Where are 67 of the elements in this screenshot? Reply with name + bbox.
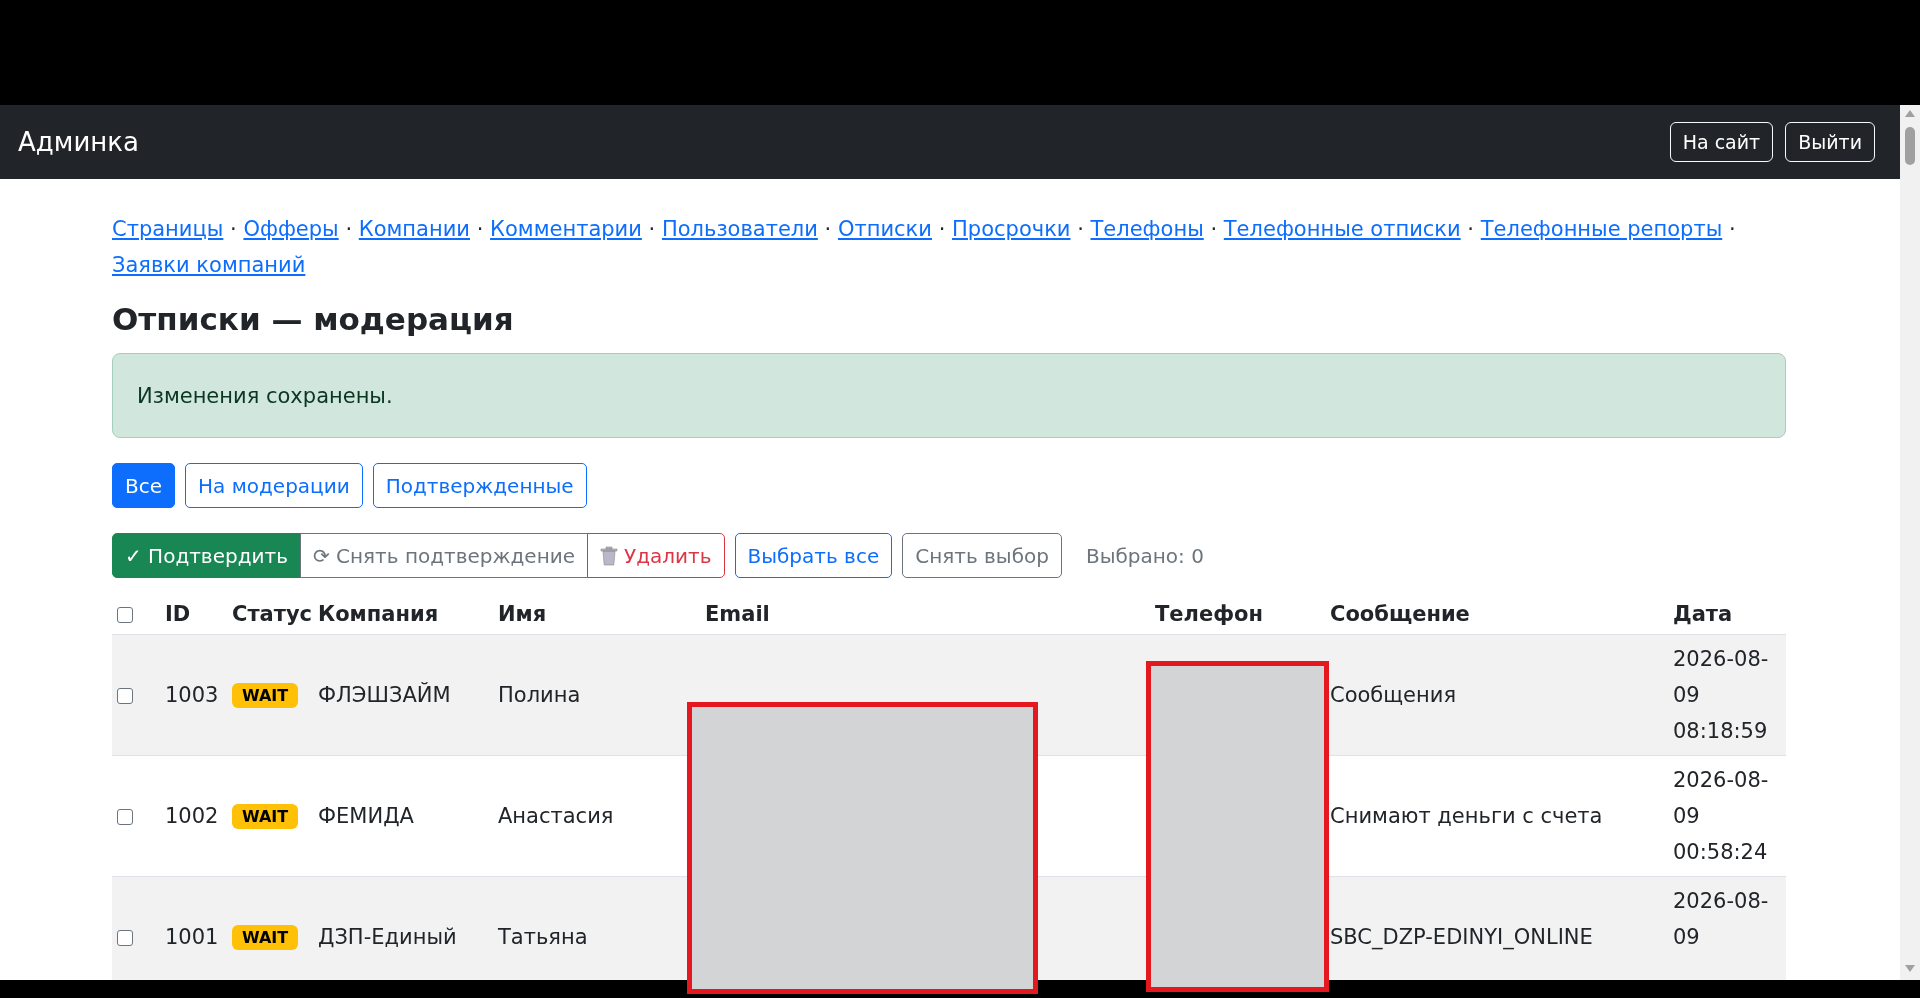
separator: · [1210,217,1218,241]
table-cell: Анастасия [498,804,614,828]
table-cell: Татьяна [498,925,588,949]
table-cell: 1001 [165,925,219,949]
nav-link[interactable]: Заявки компаний [112,253,306,277]
selected-count: Выбрано: 0 [1085,543,1204,568]
column-header: Email [700,594,1150,635]
select-button[interactable]: Снять выбор [902,533,1062,578]
status-badge: WAIT [232,925,299,950]
column-header: Компания [313,594,493,635]
table-cell: SBC_DZP-EDINYI_ONLINE [1330,925,1593,949]
success-alert: Изменения сохранены. [112,353,1786,438]
column-header: Телефон [1150,594,1325,635]
status-badge: WAIT [232,804,299,829]
table-cell: ДЗП-Единый [318,925,457,949]
table-cell: 1002 [165,804,219,828]
table-cell: ФЕМИДА [318,804,414,828]
separator: · [648,217,656,241]
checkbox[interactable] [117,607,133,623]
navbar-button[interactable]: Выйти [1785,122,1875,162]
separator: · [230,217,237,241]
nav-link[interactable]: Офферы [243,217,339,241]
nav-link[interactable]: Отписки [837,217,932,241]
filter-button[interactable]: На модерации [185,463,363,508]
table-cell: 1003 [165,683,219,707]
separator: · [938,217,946,241]
nav-link[interactable]: Страницы [112,217,224,241]
table-cell: Снимают деньги с счета [1330,804,1603,828]
action-button[interactable]: ✓ Подтвердить [112,533,301,578]
nav-link[interactable]: Просрочки [952,217,1071,241]
separator: · [824,217,832,241]
column-header: Имя [493,594,700,635]
table-cell: ФЛЭШЗАЙМ [318,683,451,707]
navbar-button[interactable]: На сайт [1669,122,1774,162]
table-cell: 2026-08-09 08:18:59 [1673,647,1769,743]
separator: · [1467,217,1475,241]
filter-button[interactable]: Подтвержденные [372,463,587,508]
checkbox[interactable] [117,688,133,704]
delete-button[interactable]: Удалить [587,533,725,578]
nav-link[interactable]: Комментарии [490,217,642,241]
separator: · [1077,217,1084,241]
nav-link[interactable]: Телефонные отписки [1223,217,1461,241]
scrollbar[interactable] [1900,105,1920,980]
column-header: Сообщение [1325,594,1668,635]
navbar-title: Админка [18,127,139,157]
table-cell: Полина [498,683,581,707]
action-button[interactable]: ⟳ Снять подтверждение [299,533,588,578]
table-cell: Сообщения [1330,683,1457,707]
nav-link[interactable]: Пользователи [661,217,818,241]
table-cell: 2026-08-09 [1673,889,1769,949]
checkbox[interactable] [117,809,133,825]
nav-link[interactable]: Телефоны [1090,217,1204,241]
column-header: ID [160,594,227,635]
separator: · [1728,217,1736,241]
nav-link[interactable]: Компании [358,217,470,241]
table-cell: 2026-08-09 00:58:24 [1673,768,1769,864]
page-heading: Отписки — модерация [112,301,515,337]
trash-icon [600,545,618,566]
column-header: Статус [227,594,313,635]
column-header: Дата [1668,594,1786,635]
checkbox[interactable] [117,930,133,946]
nav-link[interactable]: Телефонные репорты [1480,217,1723,241]
separator: · [345,217,353,241]
separator: · [476,217,484,241]
select-button[interactable]: Выбрать все [734,533,893,578]
status-badge: WAIT [232,683,299,708]
filter-button[interactable]: Все [112,463,176,508]
